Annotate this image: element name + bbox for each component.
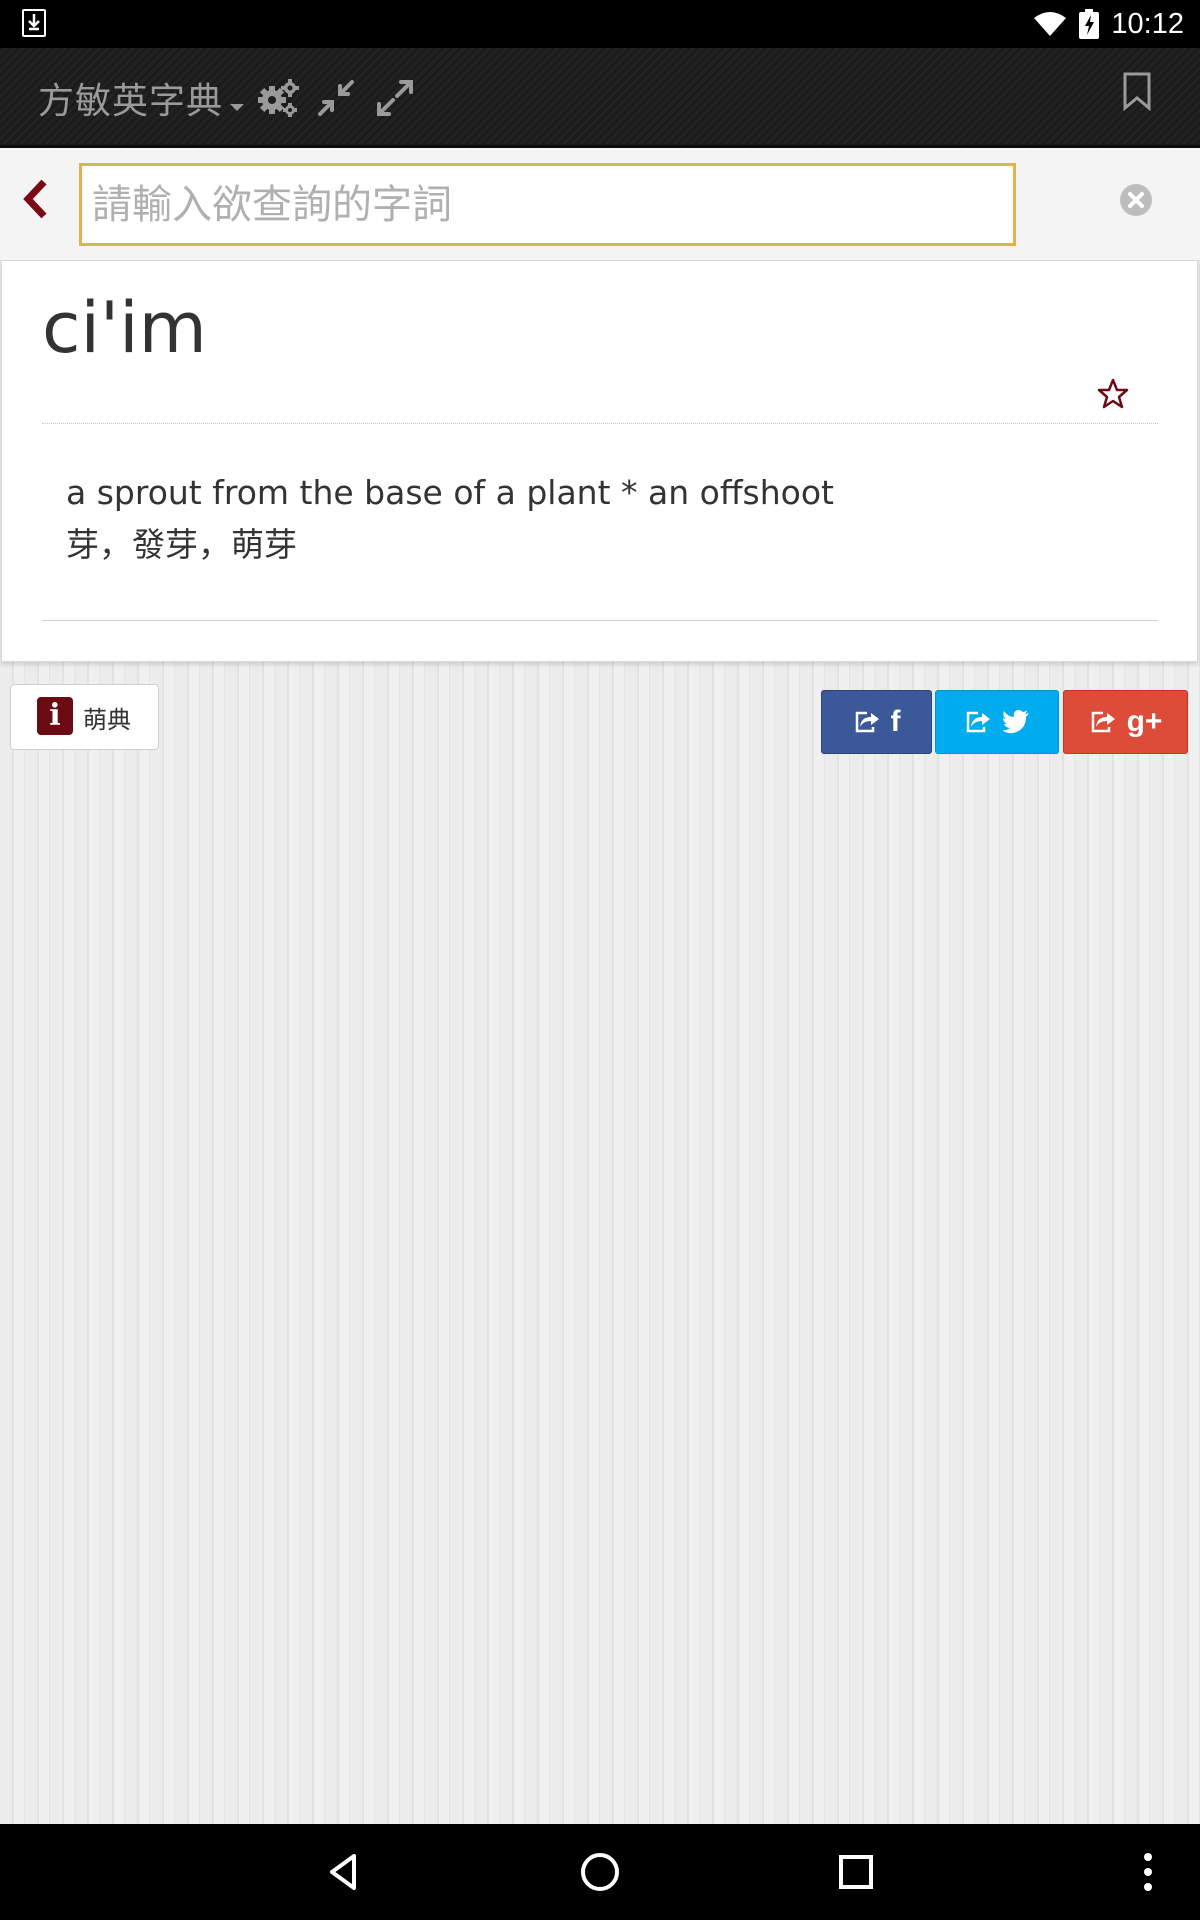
overflow-menu-icon[interactable] — [1124, 1848, 1172, 1896]
result-card: ci'im a sprout from the base of a plant … — [1, 260, 1198, 662]
share-twitter-button[interactable] — [935, 690, 1059, 754]
divider — [42, 423, 1158, 424]
compress-icon[interactable] — [314, 76, 358, 120]
status-right: 10:12 — [1033, 0, 1184, 48]
recents-icon[interactable] — [832, 1848, 880, 1896]
share-icon — [1091, 711, 1115, 733]
navigation-bar — [0, 1824, 1200, 1920]
search-row — [0, 148, 1200, 261]
app-title[interactable]: 方敏英字典 — [38, 72, 223, 124]
googleplus-icon: g+ — [1126, 705, 1163, 738]
gears-icon[interactable] — [256, 76, 300, 120]
headword: ci'im — [42, 287, 207, 369]
wifi-icon — [1034, 12, 1067, 36]
share-facebook-button[interactable]: f — [821, 690, 932, 754]
bookmark-icon[interactable] — [1115, 70, 1159, 114]
app-bar: 方敏英字典 — [0, 48, 1200, 148]
divider — [42, 620, 1158, 621]
facebook-icon: f — [890, 705, 901, 738]
status-bar: 10:12 — [0, 0, 1200, 48]
star-outline-icon[interactable] — [1096, 377, 1130, 411]
twitter-bird-icon — [1002, 710, 1029, 734]
expand-icon[interactable] — [373, 76, 417, 120]
definition: a sprout from the base of a plant * an o… — [66, 467, 834, 571]
definition-chinese: 芽，發芽，萌芽 — [66, 525, 297, 564]
back-chevron-icon[interactable] — [16, 176, 56, 222]
clear-icon[interactable] — [1119, 183, 1153, 217]
battery-charging-icon — [1079, 9, 1100, 39]
definition-english: a sprout from the base of a plant * an o… — [66, 473, 834, 512]
share-googleplus-button[interactable]: g+ — [1063, 690, 1188, 754]
status-time: 10:12 — [1111, 7, 1184, 40]
dropdown-caret-icon[interactable] — [230, 104, 244, 111]
info-icon: i — [37, 697, 73, 735]
download-icon — [22, 9, 46, 37]
info-button[interactable]: i 萌典 — [10, 684, 159, 750]
share-icon — [855, 711, 879, 733]
share-icon — [966, 711, 990, 733]
info-button-label: 萌典 — [83, 706, 131, 734]
search-input[interactable] — [79, 163, 1016, 246]
home-icon[interactable] — [576, 1848, 624, 1896]
back-icon[interactable] — [320, 1848, 368, 1896]
